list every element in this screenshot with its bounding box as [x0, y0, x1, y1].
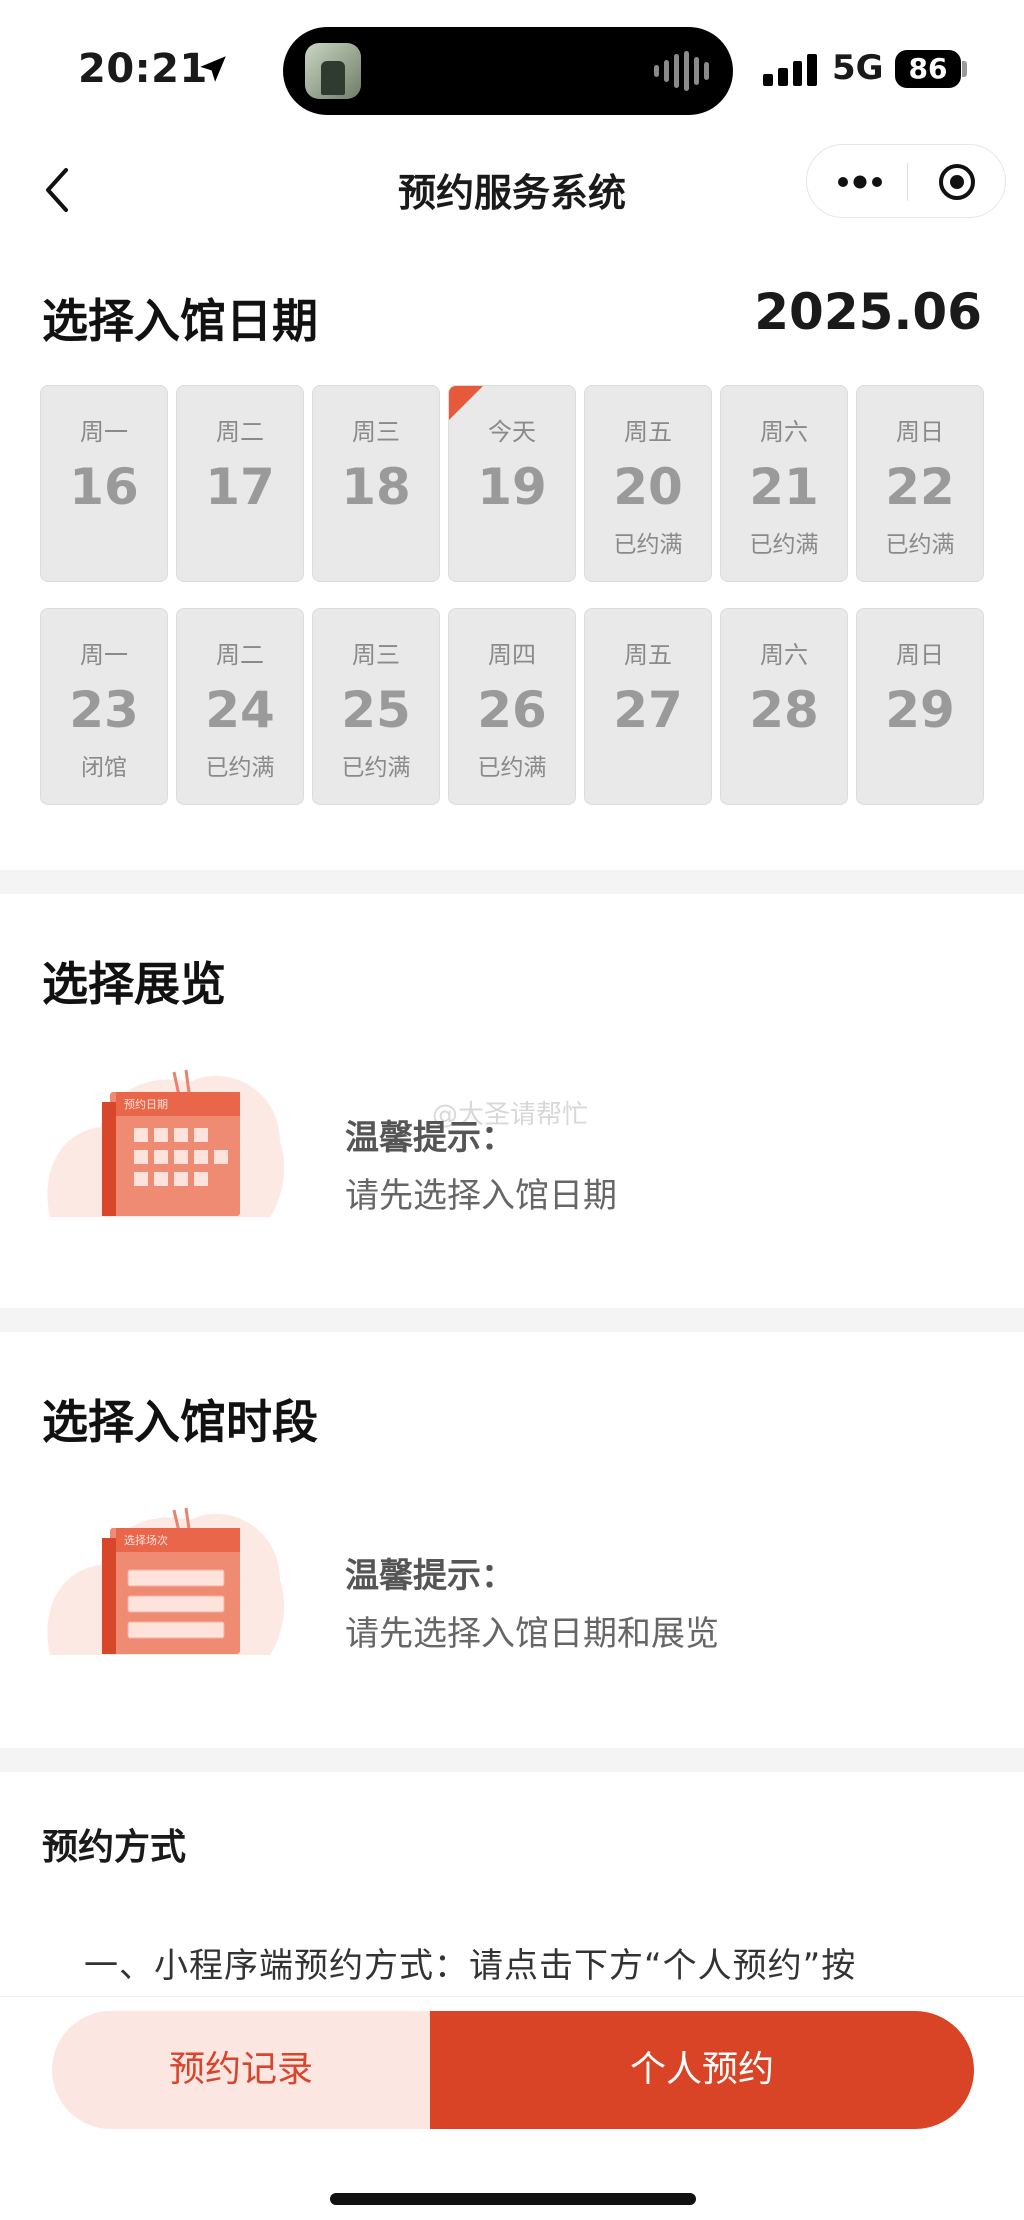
day-weekday: 周六 — [760, 641, 808, 669]
day-weekday: 周五 — [624, 418, 672, 446]
section-divider — [0, 1308, 1024, 1332]
home-indicator[interactable] — [330, 2193, 696, 2205]
day-weekday: 周日 — [896, 418, 944, 446]
nav-bar: 预约服务系统 — [0, 140, 1024, 240]
day-weekday: 周二 — [216, 641, 264, 669]
day-number: 17 — [205, 458, 275, 516]
day-cell[interactable]: 周五 20 已约满 — [584, 385, 712, 582]
day-weekday: 周二 — [216, 418, 264, 446]
calendar-week-row: 周一 16 周二 17 周三 18 今天 19 周五 20 已约满 周六 21 … — [40, 385, 986, 582]
date-calendar: 周一 16 周二 17 周三 18 今天 19 周五 20 已约满 周六 21 … — [40, 385, 986, 831]
day-number: 23 — [69, 681, 139, 739]
day-status: 已约满 — [205, 755, 275, 781]
now-playing-thumbnail — [305, 43, 361, 99]
month-label: 2025.06 — [754, 283, 982, 341]
capsule-divider — [907, 163, 908, 201]
day-status: 已约满 — [613, 532, 683, 558]
day-cell[interactable]: 周三 18 — [312, 385, 440, 582]
day-cell[interactable]: 周五 27 — [584, 608, 712, 805]
dynamic-island[interactable] — [283, 27, 733, 115]
screen: 20:21 5G 86 预约服务系统 选择入馆日期 2025.06 周一 16 … — [0, 0, 1024, 2220]
day-number: 21 — [749, 458, 819, 516]
timeslot-tip-title: 温馨提示： — [345, 1556, 515, 1596]
day-cell[interactable]: 周日 29 — [856, 608, 984, 805]
day-cell[interactable]: 周日 22 已约满 — [856, 385, 984, 582]
day-weekday: 周三 — [352, 418, 400, 446]
day-status: 闭馆 — [81, 755, 127, 781]
day-status: 已约满 — [477, 755, 547, 781]
exhibition-tip-text: 请先选择入馆日期 — [345, 1176, 617, 1216]
exhibition-tip-title: 温馨提示： — [345, 1118, 515, 1158]
close-target-icon[interactable] — [937, 162, 977, 202]
battery-icon: 86 — [895, 50, 961, 88]
timeslot-illustration-label: 选择场次 — [124, 1534, 168, 1547]
status-time: 20:21 — [78, 46, 208, 92]
exhibition-illustration-label: 预约日期 — [124, 1098, 168, 1111]
day-weekday: 周一 — [80, 641, 128, 669]
day-cell[interactable]: 周一 23 闭馆 — [40, 608, 168, 805]
timeslot-section-title: 选择入馆时段 — [42, 1395, 318, 1449]
section-divider — [0, 1748, 1024, 1772]
date-section-title: 选择入馆日期 — [42, 294, 318, 348]
booking-method-title: 预约方式 — [42, 1827, 187, 1868]
audio-waveform-icon — [654, 51, 709, 91]
day-number: 27 — [613, 681, 683, 739]
miniprogram-capsule — [806, 144, 1006, 218]
schedule-illustration-icon — [47, 1507, 285, 1655]
day-number: 22 — [885, 458, 955, 516]
exhibition-section-title: 选择展览 — [42, 957, 226, 1011]
day-status: 已约满 — [341, 755, 411, 781]
day-number: 29 — [885, 681, 955, 739]
day-weekday: 周一 — [80, 418, 128, 446]
day-cell[interactable]: 周四 26 已约满 — [448, 608, 576, 805]
personal-booking-button[interactable]: 个人预约 — [430, 2011, 974, 2129]
cellular-signal-icon — [763, 52, 817, 86]
day-weekday: 周三 — [352, 641, 400, 669]
section-divider — [0, 870, 1024, 894]
day-status: 已约满 — [749, 532, 819, 558]
calendar-illustration-icon — [47, 1069, 285, 1217]
booking-records-button[interactable]: 预约记录 — [52, 2011, 430, 2129]
day-number: 26 — [477, 681, 547, 739]
day-status: 已约满 — [885, 532, 955, 558]
day-cell[interactable]: 周六 21 已约满 — [720, 385, 848, 582]
day-number: 16 — [69, 458, 139, 516]
day-cell[interactable]: 周六 28 — [720, 608, 848, 805]
day-number: 19 — [477, 458, 547, 516]
day-weekday: 周五 — [624, 641, 672, 669]
day-number: 18 — [341, 458, 411, 516]
timeslot-tip-text: 请先选择入馆日期和展览 — [345, 1614, 719, 1654]
calendar-week-row: 周一 23 闭馆 周二 24 已约满 周三 25 已约满 周四 26 已约满 周… — [40, 608, 986, 805]
bottom-action-bar: 预约记录 个人预约 — [0, 1996, 1024, 2220]
day-weekday: 周日 — [896, 641, 944, 669]
day-number: 20 — [613, 458, 683, 516]
day-cell[interactable]: 周二 24 已约满 — [176, 608, 304, 805]
location-arrow-icon — [200, 56, 226, 82]
day-cell-today[interactable]: 今天 19 — [448, 385, 576, 582]
day-cell[interactable]: 周三 25 已约满 — [312, 608, 440, 805]
day-cell[interactable]: 周二 17 — [176, 385, 304, 582]
day-number: 24 — [205, 681, 275, 739]
today-flag-icon — [449, 386, 483, 420]
booking-method-text: 一、小程序端预约方式：请点击下方“个人预约”按 — [84, 1946, 857, 1986]
more-icon[interactable] — [835, 169, 885, 195]
battery-tip — [962, 61, 967, 77]
day-weekday: 周六 — [760, 418, 808, 446]
network-type: 5G — [832, 48, 884, 88]
day-weekday: 周四 — [488, 641, 536, 669]
day-number: 25 — [341, 681, 411, 739]
day-cell[interactable]: 周一 16 — [40, 385, 168, 582]
day-number: 28 — [749, 681, 819, 739]
status-bar: 20:21 5G 86 — [0, 0, 1024, 140]
